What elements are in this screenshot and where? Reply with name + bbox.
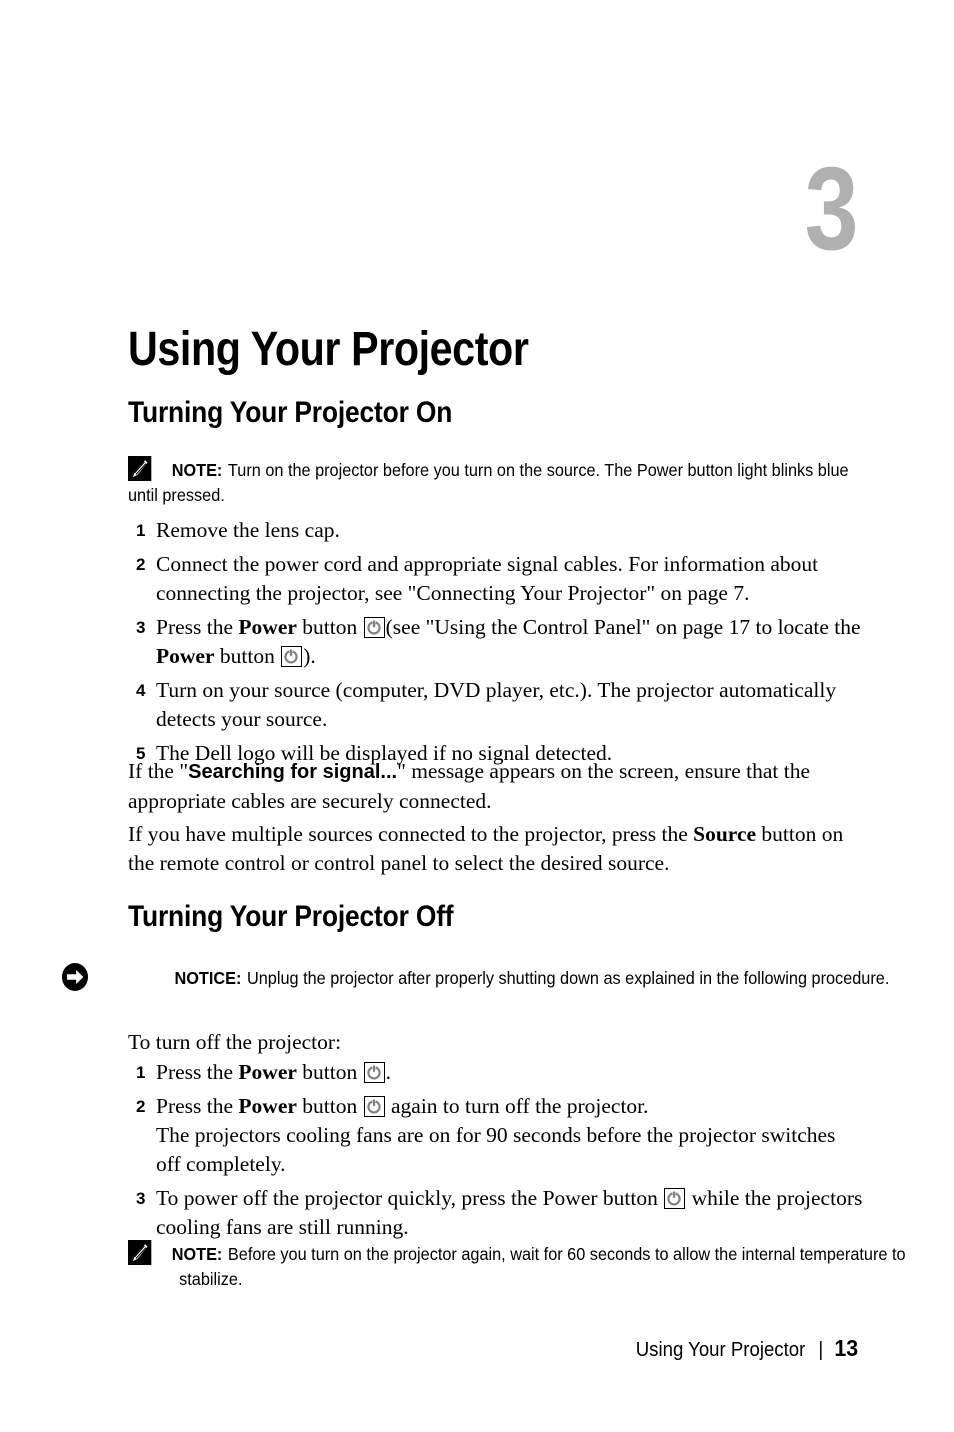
section-heading-turning-off: Turning Your Projector Off: [128, 900, 454, 933]
note-text: Before you turn on the projector again, …: [179, 1244, 906, 1289]
list-item-number: 3: [136, 618, 146, 637]
list-item-number: 2: [136, 555, 146, 574]
step3-bold-power-2: Power: [156, 644, 215, 668]
note-pencil-icon: [128, 1240, 152, 1265]
step3-bold-power-1: Power: [238, 615, 297, 639]
page-footer: Using Your Projector | 13: [636, 1336, 858, 1362]
document-page: 3 Using Your Projector Turning Your Proj…: [0, 0, 954, 1432]
steps-turning-off: 1 Press the Power button . 2 Press the P…: [128, 1058, 863, 1247]
list-item-text: Press the Power button .: [156, 1058, 863, 1087]
power-button-icon: [363, 1062, 385, 1083]
list-item-text: Turn on your source (computer, DVD playe…: [156, 678, 837, 731]
list-item-text: Press the Power button (see "Using the C…: [156, 613, 863, 671]
step3-post: ).: [303, 644, 316, 668]
paragraph-searching-for-signal: If the "Searching for signal..." message…: [128, 757, 868, 816]
offstep2-pre: Press the: [156, 1094, 239, 1118]
notice-callout: NOTICE: Unplug the projector after proper…: [61, 962, 934, 992]
list-item-number: 4: [136, 681, 146, 700]
offstep2-mid: button: [296, 1094, 363, 1118]
list-item: 1 Press the Power button .: [128, 1058, 863, 1087]
offstep2-post: again to turn off the projector.: [385, 1094, 649, 1118]
notice-label: NOTICE:: [174, 968, 242, 988]
para1-pre: If the ": [128, 759, 189, 783]
power-button-icon: [281, 646, 303, 667]
note-label: NOTE:: [171, 1244, 223, 1264]
note-pencil-icon: [128, 456, 152, 481]
list-item: 2 Press the Power button again to turn o…: [128, 1092, 863, 1179]
offstep1-post: .: [385, 1060, 391, 1084]
para1-bold-message: Searching for signal...: [188, 761, 398, 783]
list-item-number: 3: [136, 1189, 146, 1208]
list-item-number: 2: [136, 1097, 146, 1116]
chapter-number: 3: [804, 143, 859, 275]
list-item-number: 1: [136, 1063, 146, 1082]
list-item: 3 To power off the projector quickly, pr…: [128, 1184, 863, 1242]
step3-mid-3: button: [214, 644, 281, 668]
list-item-number: 1: [136, 521, 146, 540]
page-number: 13: [834, 1335, 858, 1361]
step3-pre: Press the: [156, 615, 239, 639]
list-item: 1 Remove the lens cap.: [128, 516, 863, 545]
steps-turning-on: 1 Remove the lens cap. 2 Connect the pow…: [128, 516, 863, 773]
list-item-text: Remove the lens cap.: [156, 518, 340, 542]
para2-pre: If you have multiple sources connected t…: [128, 822, 694, 846]
offstep1-mid: button: [296, 1060, 363, 1084]
offstep1-bold-power: Power: [238, 1060, 297, 1084]
step3-mid-1: button: [296, 615, 363, 639]
notice-text: Unplug the projector after properly shut…: [246, 968, 890, 988]
notice-arrow-icon: [61, 962, 156, 992]
paragraph-to-turn-off: To turn off the projector:: [128, 1030, 342, 1054]
power-button-icon: [664, 1188, 686, 1209]
note-text: Turn on the projector before you turn on…: [128, 460, 849, 505]
para2-bold-source: Source: [693, 822, 757, 846]
footer-title: Using Your Projector: [635, 1339, 806, 1361]
list-item: 2 Connect the power cord and appropriate…: [128, 550, 863, 608]
list-item-text: Connect the power cord and appropriate s…: [156, 552, 819, 605]
list-item-text: To power off the projector quickly, pres…: [156, 1184, 863, 1242]
offstep2-bold-power: Power: [238, 1094, 297, 1118]
paragraph-multiple-sources: If you have multiple sources connected t…: [128, 820, 868, 878]
power-button-icon: [363, 617, 385, 638]
note-callout-turning-on: NOTE: Turn on the projector before you tu…: [128, 456, 863, 508]
offstep1-pre: Press the: [156, 1060, 239, 1084]
list-item-text: Press the Power button again to turn off…: [156, 1092, 863, 1179]
note-callout-turning-off: NOTE: Before you turn on the projector ag…: [128, 1240, 919, 1292]
offstep3-pre: To power off the projector quickly, pres…: [156, 1186, 664, 1210]
section-heading-turning-on: Turning Your Projector On: [128, 396, 453, 429]
list-item: 4 Turn on your source (computer, DVD pla…: [128, 676, 863, 734]
footer-separator: |: [818, 1339, 824, 1361]
chapter-title: Using Your Projector: [128, 323, 529, 377]
step3-mid-2: (see "Using the Control Panel" on page 1…: [385, 615, 861, 639]
note-label: NOTE:: [171, 460, 223, 480]
offstep2-extra: The projectors cooling fans are on for 9…: [156, 1123, 836, 1176]
power-button-icon: [363, 1096, 385, 1117]
list-item: 3 Press the Power button (see "Using the…: [128, 613, 863, 671]
